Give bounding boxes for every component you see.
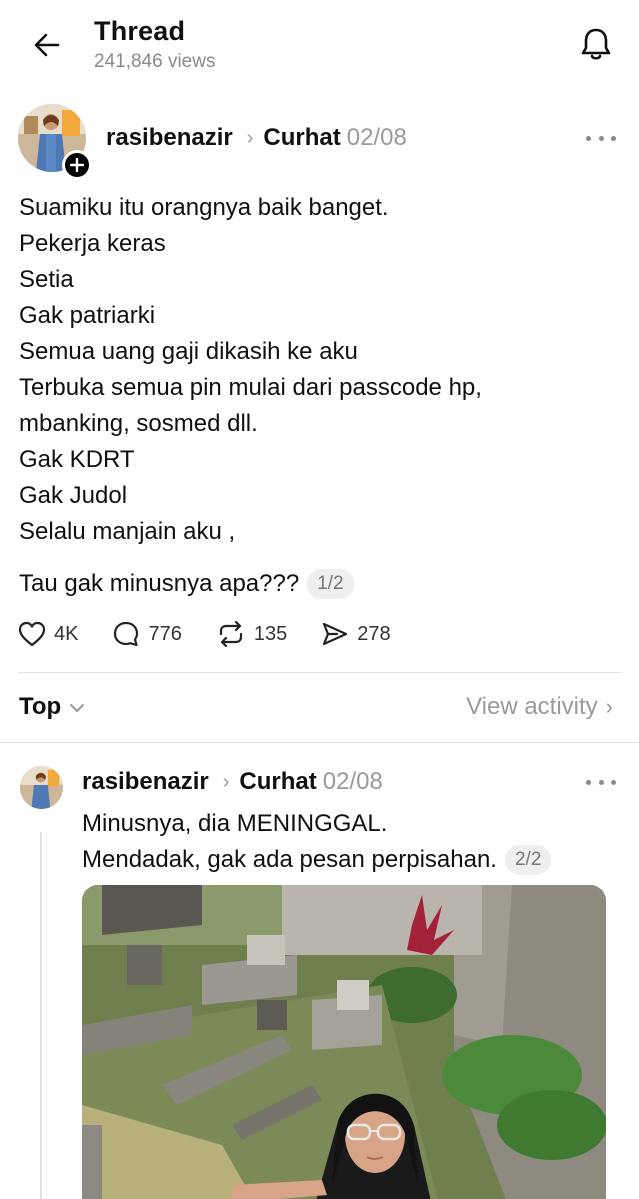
chevron-right-icon: ›: [246, 126, 254, 149]
comment-count: 776: [148, 622, 182, 645]
repost-count: 135: [253, 622, 288, 645]
share-count: 278: [357, 622, 391, 645]
page-badge: 2/2: [504, 845, 552, 875]
send-icon: [323, 622, 348, 646]
post-line: Setia: [19, 266, 74, 293]
view-count: 241,846 views: [94, 51, 216, 72]
divider: [0, 742, 639, 743]
chevron-down-icon: [69, 697, 85, 718]
chevron-right-icon: ›: [222, 770, 230, 793]
post-line: Selalu manjain aku ,: [19, 518, 236, 545]
username-link[interactable]: rasibenazir: [82, 768, 209, 796]
reply-text: Minusnya, dia MENINGGAL. Mendadak, gak a…: [82, 806, 552, 878]
post-meta: rasibenazir › Curhat 02/08: [106, 124, 407, 152]
chevron-right-icon: ›: [605, 694, 613, 719]
bell-icon: [581, 28, 611, 60]
page-title: Thread: [94, 16, 186, 46]
reply-photo[interactable]: [82, 885, 606, 1199]
post-line: Gak patriarki: [19, 302, 156, 329]
like-count: 4K: [54, 622, 79, 645]
post-last-line: Tau gak minusnya apa??? 1/2: [19, 566, 354, 602]
thread-header: Thread 241,846 views: [0, 0, 639, 90]
username-link[interactable]: rasibenazir: [106, 124, 233, 152]
post-line: Gak Judol: [19, 482, 128, 509]
community-link[interactable]: Curhat: [263, 124, 340, 152]
arrow-left-icon: [34, 33, 60, 57]
post-date: 02/08: [346, 124, 407, 151]
post-line: Terbuka semua pin mulai dari passcode hp…: [19, 374, 482, 401]
post-line: Semua uang gaji dikasih ke aku: [19, 338, 358, 365]
more-options-button[interactable]: [586, 130, 616, 146]
comment-button[interactable]: 776: [112, 620, 182, 648]
post-line: Tau gak minusnya apa???: [19, 570, 300, 597]
share-button[interactable]: 278: [321, 621, 391, 647]
sort-label: Top: [19, 693, 62, 720]
repost-icon: [219, 620, 242, 648]
notifications-button[interactable]: [574, 22, 618, 66]
plus-icon: [70, 158, 84, 172]
post-line: Gak KDRT: [19, 446, 135, 473]
post-text: Suamiku itu orangnya baik banget. Pekerj…: [19, 190, 619, 550]
follow-button[interactable]: [62, 150, 92, 180]
replies-sort-bar: Top View activity ›: [0, 685, 639, 733]
post-line: Pekerja keras: [19, 230, 166, 257]
repost-button[interactable]: 135: [216, 620, 287, 648]
view-activity-label: View activity: [466, 693, 598, 720]
reply-line: Mendadak, gak ada pesan perpisahan.: [82, 846, 497, 873]
divider: [18, 672, 621, 673]
thread-connector-line: [40, 832, 42, 1199]
back-button[interactable]: [28, 26, 66, 64]
post-line: Suamiku itu orangnya baik banget.: [19, 194, 389, 221]
post-date: 02/08: [322, 768, 383, 795]
post-line: mbanking, sosmed dll.: [19, 410, 258, 437]
like-button[interactable]: 4K: [18, 621, 78, 647]
reply-meta: rasibenazir › Curhat 02/08: [82, 768, 383, 796]
reply-line: Minusnya, dia MENINGGAL.: [82, 810, 388, 837]
page-badge: 1/2: [307, 569, 354, 599]
comment-bubble-icon: [114, 621, 139, 647]
reply-line-wrap: Mendadak, gak ada pesan perpisahan. 2/2: [82, 842, 552, 878]
view-activity-link[interactable]: View activity ›: [466, 693, 613, 721]
avatar[interactable]: [20, 766, 63, 809]
community-link[interactable]: Curhat: [239, 768, 316, 796]
post-actions: 4K 776 135 278: [18, 620, 425, 648]
more-options-button[interactable]: [586, 774, 616, 790]
heart-icon: [18, 621, 46, 647]
sort-dropdown[interactable]: Top: [19, 693, 85, 721]
